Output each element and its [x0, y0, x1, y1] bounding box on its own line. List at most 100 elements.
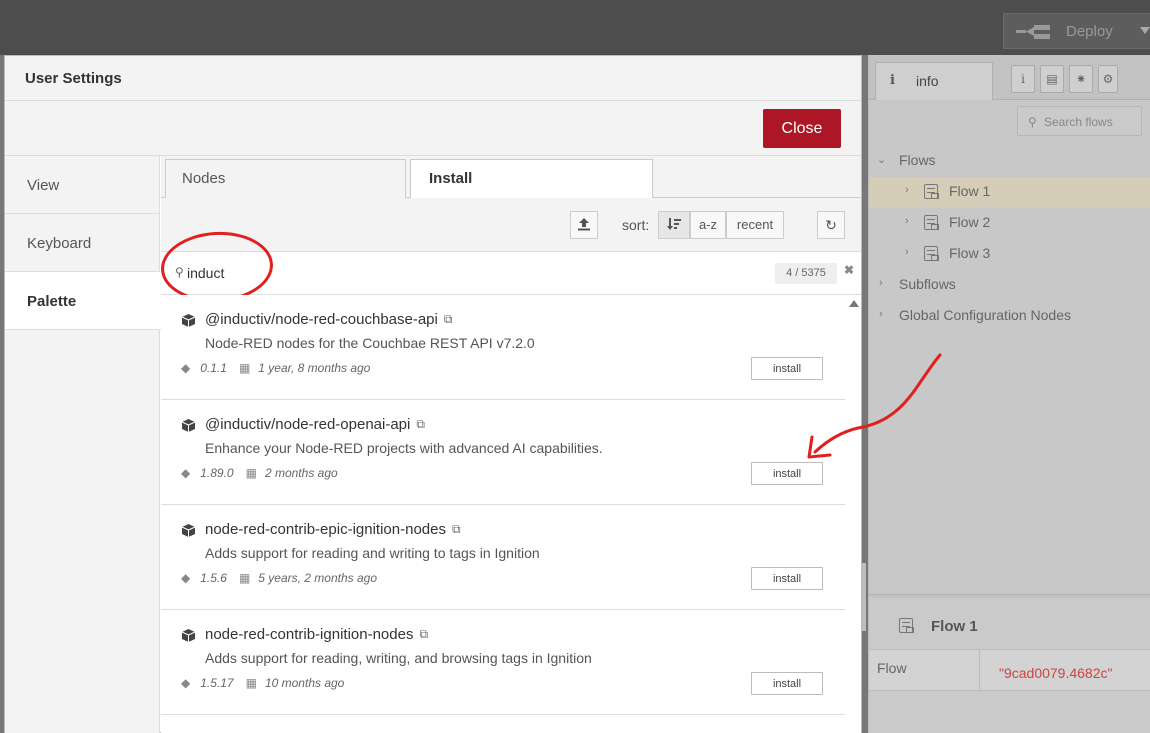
deploy-icon [1016, 25, 1050, 39]
sort-relevance-button[interactable] [658, 211, 690, 239]
dialog-button-bar: Close [5, 101, 861, 156]
search-flows-placeholder: Search flows [1044, 115, 1113, 129]
refresh-icon: ↻ [825, 217, 837, 233]
close-button[interactable]: Close [763, 109, 841, 148]
external-link-icon[interactable]: ⧉ [416, 417, 425, 432]
chevron-right-icon: › [879, 277, 883, 289]
results-list: @inductiv/node-red-couchbase-api ⧉ Node-R… [161, 295, 845, 733]
install-button[interactable]: install [751, 462, 823, 485]
package-updated: 2 months ago [264, 466, 338, 480]
upload-button[interactable] [570, 211, 598, 239]
package-meta: ◆ 0.1.1 ▦ 1 year, 8 months ago [181, 361, 370, 375]
tree-global-config-label: Global Configuration Nodes [899, 307, 1071, 323]
flow-tree: ⌄ Flows › Flow 1 › Flow 2 › Flow 3 › Sub… [869, 146, 1150, 332]
install-button[interactable]: install [751, 672, 823, 695]
external-link-icon[interactable]: ⧉ [452, 522, 461, 537]
info-panel-title: Flow 1 [931, 618, 978, 635]
tree-global-config[interactable]: › Global Configuration Nodes [869, 301, 1150, 332]
info-icon: i [890, 73, 895, 88]
sort-label: sort: [622, 217, 650, 233]
tree-item-flow-2[interactable]: › Flow 2 [869, 208, 1150, 239]
package-updated: 1 year, 8 months ago [258, 361, 371, 375]
package-icon [181, 628, 196, 643]
package-description: Enhance your Node-RED projects with adva… [205, 440, 603, 456]
chevron-right-icon: › [879, 308, 883, 320]
external-link-icon[interactable]: ⧉ [444, 312, 453, 327]
package-name[interactable]: @inductiv/node-red-openai-api ⧉ [205, 416, 425, 433]
sidebar: i info i ▤ ✷ ⚙ ⚲ Search flows ⌄ Flows › … [868, 55, 1150, 733]
settings-tab-label: View [27, 177, 60, 194]
tab-nodes[interactable]: Nodes [165, 159, 406, 199]
flow-icon [924, 246, 939, 261]
settings-tab-label: Palette [27, 293, 77, 310]
search-icon: ⚲ [1028, 115, 1037, 129]
calendar-icon: ▦ [238, 361, 251, 375]
deploy-dropdown-icon[interactable] [1140, 27, 1150, 34]
results-scrollbar[interactable] [845, 295, 861, 733]
tree-item-flow-1[interactable]: › Flow 1 [869, 177, 1150, 208]
package-description: Adds support for reading and writing to … [205, 545, 540, 561]
settings-tab-keyboard[interactable]: Keyboard [5, 214, 160, 272]
tree-flows-header[interactable]: ⌄ Flows [869, 146, 1150, 177]
user-settings-dialog: User Settings Close View Keyboard Palett… [4, 55, 862, 733]
list-item: @inductiv/node-red-couchbase-api ⧉ Node-R… [161, 295, 845, 400]
package-version: 0.1.1 [200, 361, 227, 375]
package-name-text: node-red-contrib-ignition-nodes [205, 626, 414, 643]
tree-item-flow-3[interactable]: › Flow 3 [869, 239, 1150, 270]
tree-item-label: Flow 1 [949, 183, 991, 199]
tree-flows-label: Flows [899, 152, 936, 168]
install-button[interactable]: install [751, 567, 823, 590]
deploy-button[interactable]: Deploy [1003, 13, 1150, 49]
package-icon [181, 418, 196, 433]
tree-item-label: Flow 3 [949, 245, 991, 261]
package-meta: ◆ 1.5.17 ▦ 10 months ago [181, 676, 344, 690]
tag-icon: ◆ [181, 466, 191, 480]
install-button[interactable]: install [751, 357, 823, 380]
tag-icon: ◆ [181, 571, 191, 585]
settings-nav: View Keyboard Palette [5, 156, 161, 733]
list-item: @inductiv/node-red-openai-api ⧉ Enhance y… [161, 400, 845, 505]
palette-tabs: Nodes Install [161, 156, 861, 199]
info-icon-tab[interactable]: i [1011, 65, 1035, 93]
tree-subflows[interactable]: › Subflows [869, 270, 1150, 301]
chevron-right-icon: › [905, 246, 909, 258]
bug-icon-tab[interactable]: ✷ [1069, 65, 1093, 93]
flow-icon [924, 184, 939, 199]
search-flows-input[interactable]: ⚲ Search flows [1017, 106, 1142, 136]
flow-icon [899, 618, 914, 633]
package-meta: ◆ 1.89.0 ▦ 2 months ago [181, 466, 338, 480]
settings-tab-palette[interactable]: Palette [5, 272, 161, 330]
sort-recent-button[interactable]: recent [726, 211, 784, 239]
sort-icon [667, 218, 681, 230]
package-name-text: node-red-contrib-epic-ignition-nodes [205, 521, 446, 538]
package-version: 1.5.17 [200, 676, 234, 690]
external-link-icon[interactable]: ⧉ [419, 627, 428, 642]
package-version: 1.5.6 [200, 571, 227, 585]
package-name[interactable]: node-red-contrib-ignition-nodes ⧉ [205, 626, 428, 643]
calendar-icon: ▦ [245, 676, 257, 690]
property-value: "9cad0079.4682c" [999, 665, 1113, 681]
package-name[interactable]: node-red-contrib-epic-ignition-nodes ⧉ [205, 521, 461, 538]
settings-tab-label: Keyboard [27, 235, 92, 252]
settings-tab-view[interactable]: View [5, 156, 160, 214]
resize-grip[interactable] [862, 563, 866, 631]
search-input[interactable] [187, 262, 747, 284]
search-icon: ⚲ [175, 265, 184, 279]
chevron-down-icon: ⌄ [877, 154, 887, 166]
package-name-text: @inductiv/node-red-openai-api [205, 416, 411, 433]
clear-search-icon[interactable]: ✖ [844, 263, 854, 277]
scroll-up-icon[interactable] [849, 300, 859, 307]
tag-icon: ◆ [181, 676, 191, 690]
result-count: 4 / 5375 [775, 263, 837, 284]
property-divider [979, 650, 980, 692]
package-name[interactable]: @inductiv/node-red-couchbase-api ⧉ [205, 311, 452, 328]
palette-panel: Nodes Install sort: a-z recent ↻ ⚲ induc… [159, 156, 861, 733]
package-description: Adds support for reading, writing, and b… [205, 650, 592, 666]
calendar-icon: ▦ [238, 571, 251, 585]
sort-az-button[interactable]: a-z [690, 211, 726, 239]
tab-install[interactable]: Install [410, 159, 653, 199]
book-icon-tab[interactable]: ▤ [1040, 65, 1064, 93]
refresh-button[interactable]: ↻ [817, 211, 845, 239]
tab-info[interactable]: i info [875, 62, 993, 100]
gear-icon-tab[interactable]: ⚙ [1098, 65, 1118, 93]
